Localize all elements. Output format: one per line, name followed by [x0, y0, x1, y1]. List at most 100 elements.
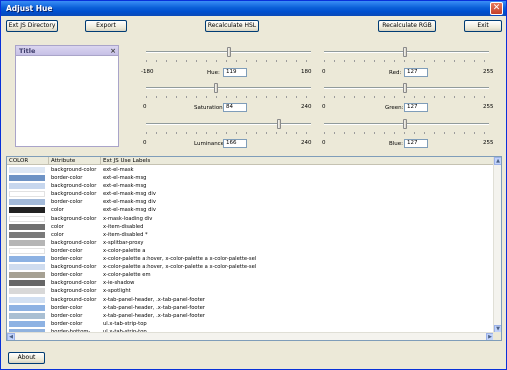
red-input[interactable]: 127 — [404, 68, 428, 77]
labels-cell: x-tab-panel-header, .x-tab-panel-footer — [103, 296, 205, 303]
color-swatch — [9, 207, 45, 214]
green-slider-thumb[interactable] — [403, 83, 407, 93]
red-label: Red: — [389, 70, 402, 76]
blue-input[interactable]: 127 — [404, 139, 428, 148]
hue-max: 180 — [301, 69, 312, 75]
vertical-scrollbar[interactable]: ▲ ▼ — [493, 157, 501, 333]
exit-button[interactable]: Exit — [464, 20, 502, 32]
table-row[interactable]: background-color ext-el-mask — [7, 166, 494, 174]
green-input[interactable]: 127 — [404, 103, 428, 112]
title-panel: Title × — [15, 45, 119, 147]
attribute-cell: color — [51, 231, 64, 238]
blue-slider-thumb[interactable] — [403, 119, 407, 129]
labels-cell: x-splitbar-proxy — [103, 239, 144, 246]
luminance-slider-track[interactable] — [146, 123, 311, 125]
color-swatch — [9, 223, 45, 230]
green-slider-ticks — [324, 96, 489, 98]
table-row[interactable]: background-color x-mask-loading div — [7, 215, 494, 223]
export-button[interactable]: Export — [85, 20, 127, 32]
table-row[interactable]: border-color x-tab-panel-header, .x-tab-p… — [7, 304, 494, 312]
hue-slider-thumb[interactable] — [227, 47, 231, 57]
attribute-cell: border-color — [51, 304, 83, 311]
red-slider-ticks — [324, 60, 489, 62]
attribute-cell: border-color — [51, 320, 83, 327]
labels-cell: x-ie-shadow — [103, 280, 135, 287]
labels-cell: ext-el-mask-msg div — [103, 207, 156, 214]
about-button[interactable]: About — [8, 352, 45, 364]
header-attribute[interactable]: Attribute — [49, 157, 101, 165]
table-row[interactable]: background-color x-splitbar-proxy — [7, 239, 494, 247]
color-swatch — [9, 239, 45, 246]
table-row[interactable]: background-color x-ie-shadow — [7, 279, 494, 287]
blue-max: 255 — [483, 140, 494, 146]
luminance-input[interactable]: 166 — [223, 139, 247, 148]
color-swatch — [9, 312, 45, 319]
table-row[interactable]: border-color ul.x-tab-strip-top — [7, 320, 494, 328]
labels-cell: x-tab-panel-header, .x-tab-panel-footer — [103, 312, 205, 319]
saturation-max: 240 — [301, 104, 312, 110]
table-row[interactable]: background-color ext-el-mask-msg div — [7, 190, 494, 198]
table-row[interactable]: border-color x-color-palette a — [7, 247, 494, 255]
hue-input[interactable]: 119 — [223, 68, 247, 77]
attribute-cell: color — [51, 223, 64, 230]
table-row[interactable]: border-color x-color-palette em — [7, 271, 494, 279]
attribute-cell: background-color — [51, 215, 97, 222]
labels-cell: x-tab-panel-header, .x-tab-panel-footer — [103, 304, 205, 311]
attribute-cell: background-color — [51, 167, 97, 173]
saturation-slider-thumb[interactable] — [214, 83, 218, 93]
labels-cell: ul.x-tab-strip-top — [103, 320, 147, 327]
panel-close-icon[interactable]: × — [110, 46, 116, 56]
table-row[interactable]: background-color x-tab-panel-header, .x-t… — [7, 296, 494, 304]
ext-js-directory-button[interactable]: Ext JS Directory — [6, 20, 58, 32]
attribute-cell: background-color — [51, 288, 97, 295]
table-row[interactable]: color ext-el-mask-msg div — [7, 206, 494, 214]
saturation-input[interactable]: 84 — [223, 103, 247, 112]
recalculate-hsl-button[interactable]: Recalculate HSL — [205, 20, 259, 32]
table-row[interactable]: border-color x-tab-panel-header, .x-tab-p… — [7, 312, 494, 320]
red-slider-thumb[interactable] — [403, 47, 407, 57]
table-row[interactable]: background-color x-color-palette a:hover,… — [7, 263, 494, 271]
scroll-up-icon[interactable]: ▲ — [494, 157, 501, 165]
labels-cell: ext-el-mask-msg div — [103, 191, 156, 198]
grid-header: COLOR Attribute Ext JS Use Labels — [7, 157, 494, 165]
close-window-button[interactable]: ✕ — [490, 2, 503, 15]
table-row[interactable]: color x-item-disabled * — [7, 231, 494, 239]
table-row[interactable]: background-color x-spotlight — [7, 287, 494, 295]
table-row[interactable]: color x-item-disabled — [7, 223, 494, 231]
green-label: Green: — [385, 105, 404, 111]
scroll-corner — [493, 332, 501, 340]
blue-label: Blue: — [389, 141, 404, 147]
table-row[interactable]: background-color ext-el-mask-msg — [7, 182, 494, 190]
color-swatch — [9, 288, 45, 295]
title-bar[interactable]: Adjust Hue ✕ — [1, 1, 506, 16]
table-row[interactable]: border-color ext-el-mask-msg — [7, 174, 494, 182]
saturation-min: 0 — [143, 104, 147, 110]
labels-cell: x-color-palette a:hover, x-color-palette… — [103, 256, 257, 263]
attribute-cell: border-color — [51, 175, 83, 182]
table-row[interactable]: border-color ext-el-mask-msg div — [7, 198, 494, 206]
saturation-slider-track[interactable] — [146, 87, 311, 89]
luminance-min: 0 — [143, 140, 147, 146]
horizontal-scrollbar[interactable]: ◀ ▶ — [7, 332, 494, 340]
color-swatch — [9, 280, 45, 287]
recalculate-rgb-button[interactable]: Recalculate RGB — [378, 20, 436, 32]
green-max: 255 — [483, 104, 494, 110]
title-panel-header[interactable]: Title × — [16, 46, 118, 56]
header-color[interactable]: COLOR — [7, 157, 49, 165]
blue-min: 0 — [322, 140, 326, 146]
color-swatch — [9, 199, 45, 206]
header-labels[interactable]: Ext JS Use Labels — [101, 157, 494, 165]
hue-min: -180 — [141, 69, 154, 75]
attribute-cell: background-color — [51, 239, 97, 246]
table-row[interactable]: border-color x-color-palette a:hover, x-c… — [7, 255, 494, 263]
attribute-cell: border-color — [51, 272, 83, 279]
scroll-left-icon[interactable]: ◀ — [7, 333, 15, 340]
labels-cell: ext-el-mask-msg — [103, 183, 147, 190]
luminance-slider-thumb[interactable] — [277, 119, 281, 129]
luminance-label: Luminance: — [194, 141, 226, 147]
attribute-cell: border-color — [51, 199, 83, 206]
color-swatch — [9, 256, 45, 263]
grid-rows: background-color ext-el-mask border-color e… — [7, 166, 494, 340]
attribute-cell: background-color — [51, 296, 97, 303]
attribute-cell: border-color — [51, 247, 83, 254]
